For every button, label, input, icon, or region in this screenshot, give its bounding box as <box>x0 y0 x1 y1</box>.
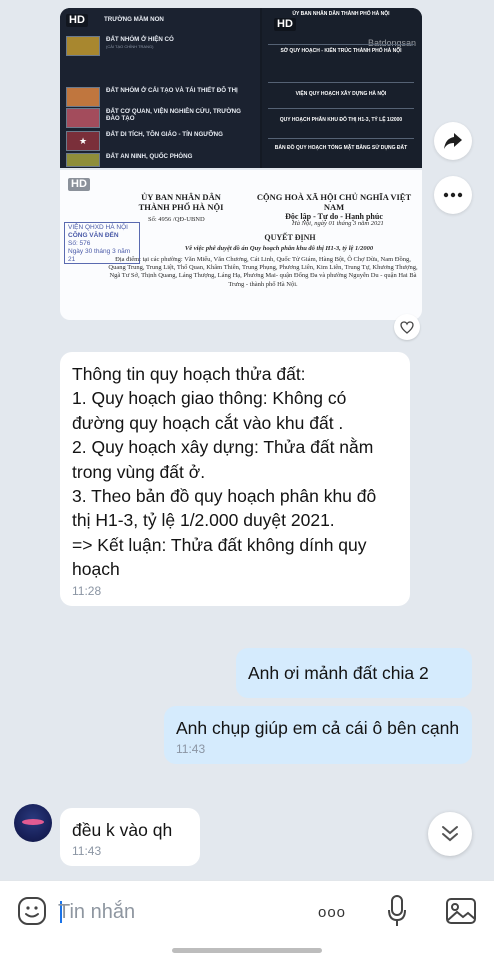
more-options-button[interactable] <box>434 176 472 214</box>
emoji-icon <box>18 897 46 925</box>
legend-swatch <box>66 36 100 56</box>
avatar-logo <box>22 818 44 825</box>
message-text: Anh ơi mảnh đất chia 2 <box>248 663 429 683</box>
legend-item: ★ ĐẤT DI TÍCH, TÔN GIÁO - TÍN NGƯỠNG <box>66 131 256 151</box>
message-text: đều k vào qh <box>72 820 173 840</box>
doc-body: Địa điểm: tại các phường: Văn Miếu, Văn … <box>108 256 418 288</box>
gallery-button[interactable] <box>444 895 478 927</box>
message-input[interactable]: Tin nhắn <box>58 895 298 929</box>
legend-item: ĐẤT NHÓM Ở HIỆN CÓ (CẢI TẠO CHỈNH TRANG) <box>66 36 256 56</box>
avatar[interactable] <box>14 804 52 842</box>
message-time: 11:28 <box>72 583 102 598</box>
emoji-button[interactable] <box>16 895 48 927</box>
hd-badge: HD <box>274 18 296 31</box>
more-actions-button[interactable]: ooo <box>312 897 352 927</box>
double-chevron-down-icon <box>442 826 458 842</box>
message-time: 11:43 <box>176 742 206 757</box>
message-text: Anh chụp giúp em cả cái ô bên cạnh <box>176 718 460 738</box>
composer-bar: Tin nhắn ooo <box>0 880 494 960</box>
microphone-icon <box>388 895 406 926</box>
share-button[interactable] <box>434 122 472 160</box>
message-bubble-outgoing[interactable]: Anh chụp giúp em cả cái ô bên cạnh 11:43 <box>164 706 472 765</box>
legend-swatch <box>66 108 100 128</box>
watermark: Batdongsan <box>367 38 416 48</box>
doc-number: Số: 4956 /QĐ-UBND <box>148 216 205 223</box>
message-bubble-outgoing[interactable]: Anh ơi mảnh đất chia 2 <box>236 648 472 699</box>
more-dots-icon <box>443 192 463 198</box>
voice-button[interactable] <box>382 893 412 929</box>
legend-item: TRƯỜNG MẦM NON <box>104 16 164 23</box>
message-time: 11:43 <box>72 844 102 859</box>
doc-issuer: ỦY BAN NHÂN DÂN THÀNH PHỐ HÀ NỘI <box>138 192 224 212</box>
hd-badge: HD <box>66 14 88 27</box>
legend-item: ĐẤT CƠ QUAN, VIỆN NGHIÊN CỨU, TRƯỜNG ĐÀO… <box>66 108 256 128</box>
legend-item: ĐẤT AN NINH, QUỐC PHÒNG <box>66 153 256 167</box>
hd-badge: HD <box>68 178 90 191</box>
share-icon <box>444 133 462 149</box>
decision-image[interactable]: HD ỦY BAN NHÂN DÂN THÀNH PHỐ HÀ NỘI CỘNG… <box>60 170 422 320</box>
react-heart-button[interactable] <box>394 314 420 340</box>
doc-title: QUYẾT ĐỊNH <box>264 233 316 242</box>
doc-date: Hà Nội, ngày 01 tháng 3 năm 2021 <box>292 220 384 227</box>
legend-image[interactable]: HD TRƯỜNG MẦM NON ĐẤT NHÓM Ở HIỆN CÓ (CẢI… <box>60 8 422 168</box>
legend-swatch <box>66 87 100 107</box>
scroll-to-bottom-button[interactable] <box>428 812 472 856</box>
image-icon <box>446 898 476 924</box>
message-bubble-incoming[interactable]: Thông tin quy hoạch thửa đất: 1. Quy hoạ… <box>60 352 410 606</box>
heart-icon <box>400 320 414 334</box>
message-text: Thông tin quy hoạch thửa đất: 1. Quy hoạ… <box>72 364 377 580</box>
legend-item: ĐẤT NHÓM Ở CẢI TẠO VÀ TÁI THIẾT ĐÔ THỊ <box>66 87 256 107</box>
doc-national-header: CỘNG HOÀ XÃ HỘI CHỦ NGHĨA VIỆT NAM Độc l… <box>256 192 412 221</box>
legend-swatch <box>66 153 100 167</box>
legend-panel: HD TRƯỜNG MẦM NON ĐẤT NHÓM Ở HIỆN CÓ (CẢI… <box>60 8 260 168</box>
message-bubble-incoming[interactable]: đều k vào qh 11:43 <box>60 808 200 867</box>
doc-subject: Về việc phê duyệt đồ án Quy hoạch phân k… <box>184 245 374 252</box>
title-block: HD Batdongsan ỦY BAN NHÂN DÂN THÀNH PHỐ … <box>262 8 422 168</box>
monument-icon: ★ <box>66 131 100 151</box>
home-indicator <box>172 948 322 953</box>
